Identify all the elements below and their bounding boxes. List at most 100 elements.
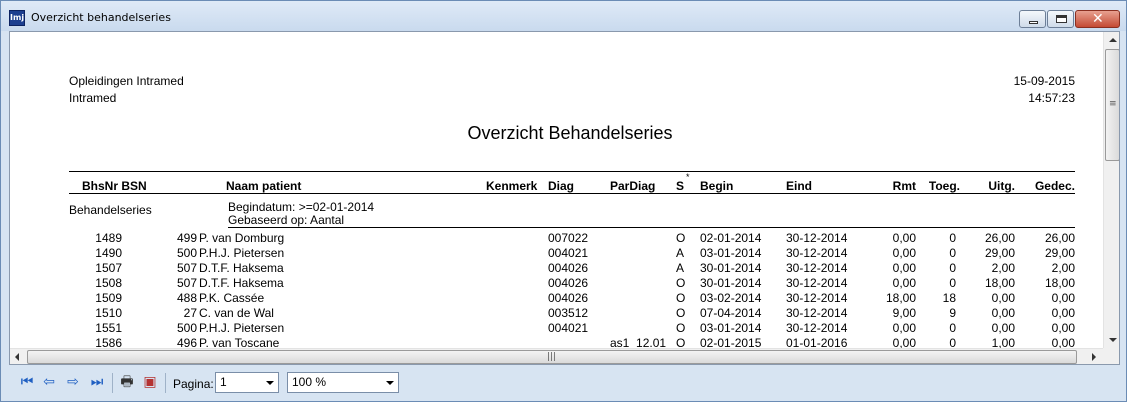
cell-bsn: 507 — [176, 276, 197, 290]
cell-pardiag: as1_12.01 — [610, 336, 667, 348]
scroll-right-icon[interactable] — [1092, 353, 1096, 361]
cell-diag: 003512 — [548, 306, 589, 320]
cell-diag: 004026 — [548, 261, 589, 275]
cell-toeg: 0 — [949, 261, 956, 275]
cell-naam: D.T.F. Haksema — [199, 276, 284, 290]
minimize-button[interactable] — [1019, 10, 1046, 28]
filter-begindatum: Begindatum: >=02-01-2014 — [228, 200, 375, 214]
last-page-icon: ⏭ — [90, 374, 104, 390]
cell-bhsnr: 1509 — [95, 291, 122, 305]
close-button[interactable]: ✕ — [1075, 10, 1120, 28]
title-bar[interactable]: Imj Overzicht behandelseries ✕ — [1, 1, 1126, 31]
cell-begin: 03-02-2014 — [700, 291, 762, 305]
filter-basis: Gebaseerd op: Aantal — [228, 213, 345, 227]
vertical-scrollbar[interactable]: ≡ — [1103, 32, 1119, 348]
cell-uitg: 1,00 — [991, 336, 1015, 348]
cell-naam: P. van Domburg — [199, 231, 285, 245]
cell-uitg: 2,00 — [991, 261, 1015, 275]
cell-gedec: 0,00 — [1051, 336, 1075, 348]
header-bottom-divider — [69, 193, 1075, 194]
cell-rmt: 0,00 — [892, 261, 916, 275]
group-divider — [228, 227, 1075, 228]
cell-bsn: 500 — [176, 321, 197, 335]
cell-rmt: 0,00 — [892, 276, 916, 290]
cell-begin: 07-04-2014 — [700, 306, 762, 320]
previous-page-button[interactable]: ⇦ — [39, 373, 59, 391]
preview-toolbar: ⏮ ⇦ ⇨ ⏭ 🖶 ▣ Pagina: 1 100 % — [1, 365, 1126, 401]
cell-rmt: 0,00 — [892, 231, 916, 245]
cell-s: A — [676, 246, 685, 260]
cell-s: O — [676, 276, 686, 290]
cell-s: O — [676, 231, 686, 245]
cell-uitg: 0,00 — [991, 306, 1015, 320]
cell-rmt: 0,00 — [892, 336, 916, 348]
col-kenmerk: Kenmerk — [486, 179, 538, 193]
cell-begin: 02-01-2015 — [700, 336, 762, 348]
maximize-button[interactable] — [1047, 10, 1074, 28]
cell-toeg: 0 — [949, 246, 956, 260]
cell-naam: C. van de Wal — [199, 306, 274, 320]
cell-bhsnr: 1586 — [95, 336, 122, 348]
col-naam: Naam patient — [226, 179, 302, 193]
cell-rmt: 9,00 — [892, 306, 916, 320]
cell-eind: 30-12-2014 — [786, 306, 848, 320]
cell-bhsnr: 1551 — [95, 321, 122, 335]
report-time: 14:57:23 — [1028, 91, 1075, 105]
cell-diag: 004021 — [548, 321, 589, 335]
cell-diag: 004026 — [548, 276, 589, 290]
zoom-select[interactable]: 100 % — [287, 372, 399, 393]
cell-bhsnr: 1490 — [95, 246, 122, 260]
cell-eind: 30-12-2014 — [786, 231, 848, 245]
col-uitg: Uitg. — [988, 179, 1015, 193]
horizontal-scrollbar[interactable]: ||| — [10, 348, 1103, 364]
save-button[interactable]: ▣ — [140, 373, 160, 391]
cell-rmt: 18,00 — [885, 291, 916, 305]
col-eind: Eind — [786, 179, 812, 193]
cell-naam: P. van Toscane — [199, 336, 280, 348]
cell-gedec: 26,00 — [1044, 231, 1075, 245]
org-name: Opleidingen Intramed — [69, 74, 184, 88]
toolbar-separator — [112, 373, 113, 393]
cell-toeg: 0 — [949, 276, 956, 290]
cell-naam: P.H.J. Pietersen — [199, 321, 285, 335]
cell-uitg: 0,00 — [991, 291, 1015, 305]
scroll-up-icon[interactable] — [1109, 38, 1117, 42]
next-page-button[interactable]: ⇨ — [63, 373, 83, 391]
scroll-down-icon[interactable] — [1109, 338, 1117, 342]
page-select-value: 1 — [220, 375, 227, 389]
cell-bsn: 507 — [176, 261, 197, 275]
col-s-mark: * — [686, 172, 690, 182]
report-title: Overzicht Behandelseries — [467, 123, 673, 143]
col-s: S — [676, 179, 685, 193]
save-icon: ▣ — [143, 374, 157, 390]
cell-uitg: 26,00 — [984, 231, 1015, 245]
horizontal-scroll-thumb[interactable]: ||| — [27, 350, 1077, 364]
cell-begin: 03-01-2014 — [700, 246, 762, 260]
cell-bsn: 27 — [183, 306, 197, 320]
last-page-button[interactable]: ⏭ — [87, 373, 107, 391]
cell-gedec: 0,00 — [1051, 291, 1075, 305]
page-select[interactable]: 1 — [215, 372, 279, 393]
chevron-down-icon — [386, 381, 394, 385]
col-begin: Begin — [700, 179, 734, 193]
report-page: Opleidingen Intramed Intramed 15-09-2015… — [10, 32, 1103, 348]
cell-gedec: 2,00 — [1051, 261, 1075, 275]
window-title: Overzicht behandelseries — [31, 11, 171, 24]
cell-bhsnr: 1489 — [95, 231, 122, 245]
cell-diag: 004026 — [548, 291, 589, 305]
col-bhsnr-bsn: BhsNr BSN — [82, 179, 147, 193]
page-label: Pagina: — [173, 377, 214, 391]
col-gedec: Gedec. — [1034, 179, 1075, 193]
cell-toeg: 18 — [942, 291, 956, 305]
vertical-scroll-thumb[interactable]: ≡ — [1105, 49, 1119, 161]
cell-bsn: 488 — [176, 291, 197, 305]
scroll-left-icon[interactable] — [15, 353, 19, 361]
cell-naam: D.T.F. Haksema — [199, 261, 284, 275]
first-page-button[interactable]: ⏮ — [17, 373, 37, 391]
cell-toeg: 0 — [949, 231, 956, 245]
print-button[interactable]: 🖶 — [117, 373, 137, 391]
org-subname: Intramed — [69, 91, 117, 105]
report-preview-window: Imj Overzicht behandelseries ✕ Opleiding… — [0, 0, 1127, 402]
cell-uitg: 29,00 — [984, 246, 1015, 260]
next-page-icon: ⇨ — [67, 374, 79, 390]
